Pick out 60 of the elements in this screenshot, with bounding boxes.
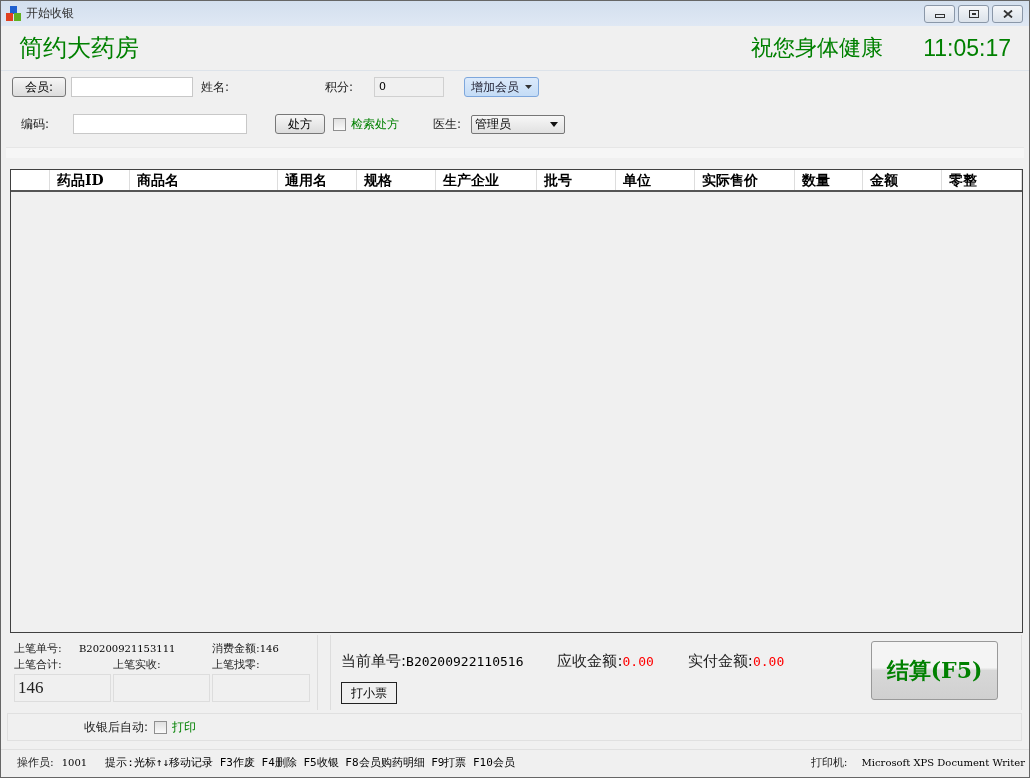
column-header: 单位 [616, 170, 695, 190]
last-received-label: 上笔实收: [113, 657, 162, 672]
amount-paid-label: 实付金额: [687, 652, 753, 671]
amount-label: 消费金额: [212, 641, 260, 656]
clock-time: 11:05:17 [923, 34, 1011, 62]
last-total-label: 上笔合计: [14, 657, 63, 672]
column-header: 数量 [795, 170, 863, 190]
dropdown-arrow-icon [525, 85, 532, 89]
greeting-text: 祝您身体健康 [751, 34, 884, 62]
doctor-label: 医生: [433, 115, 463, 133]
last-order-number: B20200921153111 [79, 643, 177, 654]
amount-due-value: 0.00 [622, 654, 654, 669]
column-header: 零整 [942, 170, 1022, 190]
prescription-button[interactable]: 处方 [275, 114, 325, 134]
column-header: 规格 [357, 170, 436, 190]
member-field[interactable] [71, 77, 193, 97]
code-label: 编码: [21, 115, 51, 133]
search-prescription-label: 检索处方 [351, 115, 399, 133]
column-header: 商品名 [130, 170, 278, 190]
auto-label: 收银后自动: [84, 718, 149, 736]
column-header: 生产企业 [436, 170, 537, 190]
maximize-button[interactable] [958, 4, 989, 23]
store-name: 简约大药房 [19, 33, 139, 64]
checkbox[interactable] [333, 117, 346, 131]
close-icon [1002, 9, 1013, 18]
dropdown-arrow-icon [550, 121, 558, 127]
points-field: 0 [374, 77, 444, 97]
checkout-button[interactable]: 结算(F5) [871, 641, 998, 700]
operator-label: 操作员: [17, 754, 54, 770]
current-order-number: B20200922110516 [406, 654, 524, 669]
last-total-field: 146 [14, 674, 111, 702]
maximize-icon [968, 9, 979, 18]
minimize-button[interactable] [924, 4, 955, 23]
name-label: 姓名: [201, 78, 231, 96]
print-receipt-button[interactable]: 打小票 [341, 682, 397, 704]
last-order-label: 上笔单号: [14, 641, 63, 656]
column-header: 通用名 [278, 170, 357, 190]
close-button[interactable] [992, 4, 1023, 23]
last-change-label: 上笔找零: [212, 657, 261, 672]
amount-paid-value: 0.00 [752, 654, 785, 669]
column-header: 实际售价 [695, 170, 795, 190]
doctor-dropdown[interactable]: 管理员 [471, 114, 565, 134]
points-label: 积分: [325, 78, 355, 96]
print-label: 打印 [172, 718, 197, 736]
checkbox[interactable] [154, 720, 168, 734]
printer-label: 打印机: [810, 754, 848, 770]
printer-value: Microsoft XPS Document Writer [861, 756, 1025, 768]
amount-value: 146 [259, 643, 279, 654]
column-header: 金额 [863, 170, 942, 190]
window-title: 开始收银 [26, 5, 74, 22]
column-header: 药品ID [50, 170, 130, 190]
app-icon [6, 5, 22, 22]
add-member-button[interactable]: 增加会员 [464, 77, 539, 97]
member-button[interactable]: 会员: [12, 77, 66, 97]
column-header: 批号 [537, 170, 616, 190]
hint-text: 提示:光标↑↓移动记录 F3作废 F4删除 F5收银 F8会员购药明细 F9打票 F10会员 [105, 754, 515, 770]
current-order-label: 当前单号: [341, 652, 407, 671]
operator-value: 1001 [61, 756, 88, 768]
amount-due-label: 应收金额: [557, 652, 623, 671]
code-field[interactable] [73, 114, 247, 134]
